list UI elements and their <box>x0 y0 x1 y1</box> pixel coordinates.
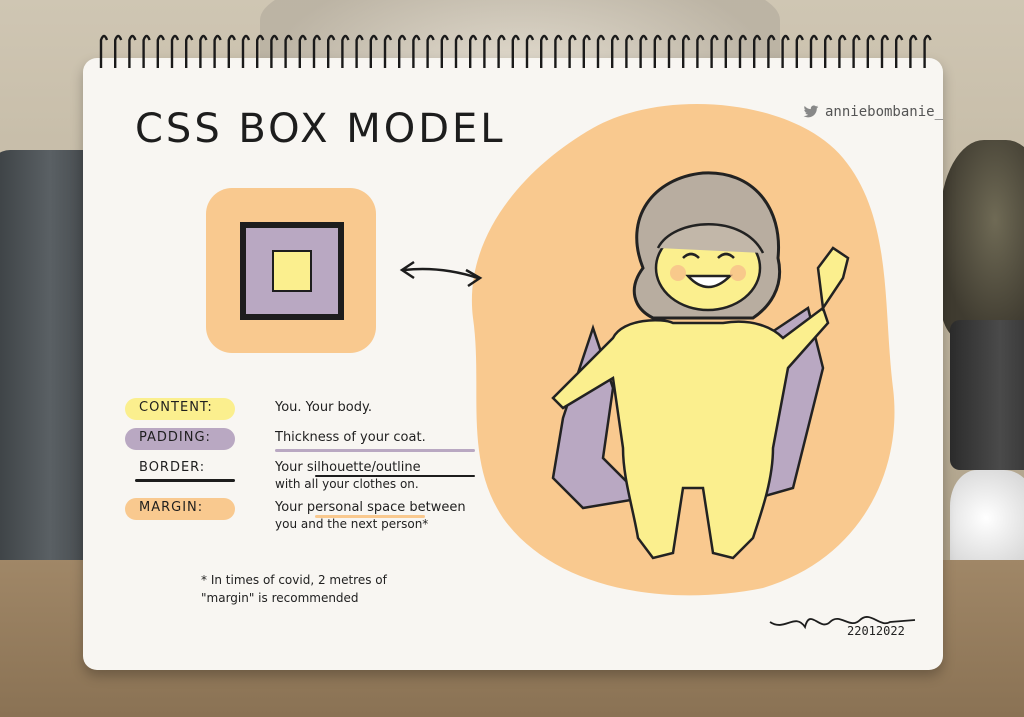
margin-description: Your personal space between <box>275 500 466 515</box>
spiral-ring <box>469 34 478 68</box>
spiral-ring <box>781 34 790 68</box>
spiral-ring <box>653 34 662 68</box>
spiral-ring <box>767 34 776 68</box>
content-label: CONTENT: <box>139 400 213 415</box>
spiral-ring <box>355 34 364 68</box>
sketchbook-page: CSS BOX MODEL anniebombanie_ CONTENT: Yo… <box>83 34 943 670</box>
spiral-ring <box>625 34 634 68</box>
double-arrow-icon <box>399 260 483 288</box>
border-underline <box>315 475 475 477</box>
spiral-ring <box>156 34 165 68</box>
spiral-ring <box>511 34 520 68</box>
spiral-ring <box>880 34 890 68</box>
spiral-ring <box>185 34 194 68</box>
spiral-ring <box>142 34 151 68</box>
spiral-ring <box>568 34 577 68</box>
spiral-ring <box>99 34 109 68</box>
box-model-diagram <box>206 188 376 353</box>
spiral-ring <box>554 34 563 68</box>
sketch-date: 22012022 <box>847 624 905 638</box>
spiral-binding <box>99 34 932 68</box>
plant-right <box>940 140 1024 340</box>
spiral-ring <box>724 34 733 68</box>
spiral-ring <box>738 34 748 68</box>
spiral-ring <box>298 34 307 68</box>
spiral-ring <box>710 34 719 68</box>
definition-padding: PADDING: Thickness of your coat. <box>125 428 525 452</box>
spiral-ring <box>426 34 435 68</box>
content-description: You. Your body. <box>275 400 372 415</box>
spiral-ring <box>682 34 691 68</box>
page-title: CSS BOX MODEL <box>135 106 506 152</box>
spiral-ring <box>398 34 407 68</box>
border-description-2: with all your clothes on. <box>275 477 419 491</box>
border-label-underline <box>135 479 235 482</box>
spiral-ring <box>241 34 251 68</box>
border-label: BORDER: <box>139 460 206 475</box>
spiral-ring <box>838 34 847 68</box>
spiral-ring <box>312 34 322 68</box>
spiral-ring <box>639 34 648 68</box>
definition-border: BORDER: Your silhouette/outline with all… <box>125 458 525 492</box>
padding-label: PADDING: <box>139 430 211 445</box>
spiral-ring <box>696 34 705 68</box>
definitions-list: CONTENT: You. Your body. PADDING: Thickn… <box>125 398 525 544</box>
spiral-ring <box>582 34 591 68</box>
footnote: * In times of covid, 2 metres of "margin… <box>201 571 481 607</box>
spiral-ring <box>795 34 804 68</box>
padding-underline <box>275 449 475 452</box>
spiral-ring <box>114 34 123 68</box>
spiral-ring <box>128 34 137 68</box>
definition-content: CONTENT: You. Your body. <box>125 398 525 422</box>
spiral-ring <box>596 34 606 68</box>
spiral-ring <box>923 34 932 68</box>
spiral-ring <box>909 34 918 68</box>
margin-label: MARGIN: <box>139 500 204 515</box>
spiral-ring <box>270 34 279 68</box>
spiral-ring <box>753 34 762 68</box>
spiral-ring <box>852 34 861 68</box>
border-description: Your silhouette/outline <box>275 460 421 475</box>
spiral-ring <box>809 34 819 68</box>
spiral-ring <box>895 34 904 68</box>
spiral-ring <box>525 34 535 68</box>
spiral-ring <box>611 34 620 68</box>
spiral-ring <box>383 34 393 68</box>
margin-underline <box>315 515 425 518</box>
spiral-ring <box>213 34 222 68</box>
spiral-ring <box>540 34 549 68</box>
spiral-ring <box>866 34 875 68</box>
footnote-line-2: "margin" is recommended <box>201 591 359 605</box>
spiral-ring <box>327 34 336 68</box>
spiral-ring <box>440 34 449 68</box>
spiral-ring <box>667 34 677 68</box>
spiral-ring <box>824 34 833 68</box>
margin-description-2: you and the next person* <box>275 517 429 531</box>
padding-description: Thickness of your coat. <box>275 430 426 445</box>
spiral-ring <box>483 34 492 68</box>
content-box <box>272 250 312 292</box>
spiral-ring <box>497 34 506 68</box>
spiral-ring <box>256 34 265 68</box>
spiral-ring <box>284 34 293 68</box>
spiral-ring <box>170 34 180 68</box>
background-scene: CSS BOX MODEL anniebombanie_ CONTENT: Yo… <box>0 0 1024 717</box>
spiral-ring <box>369 34 378 68</box>
girl-illustration <box>551 171 850 560</box>
spiral-ring <box>412 34 421 68</box>
spiral-ring <box>227 34 236 68</box>
footnote-line-1: * In times of covid, 2 metres of <box>201 573 387 587</box>
spiral-ring <box>199 34 208 68</box>
spiral-ring <box>341 34 350 68</box>
pot-right <box>950 320 1024 470</box>
definition-margin: MARGIN: Your personal space between you … <box>125 498 525 538</box>
spiral-ring <box>454 34 464 68</box>
